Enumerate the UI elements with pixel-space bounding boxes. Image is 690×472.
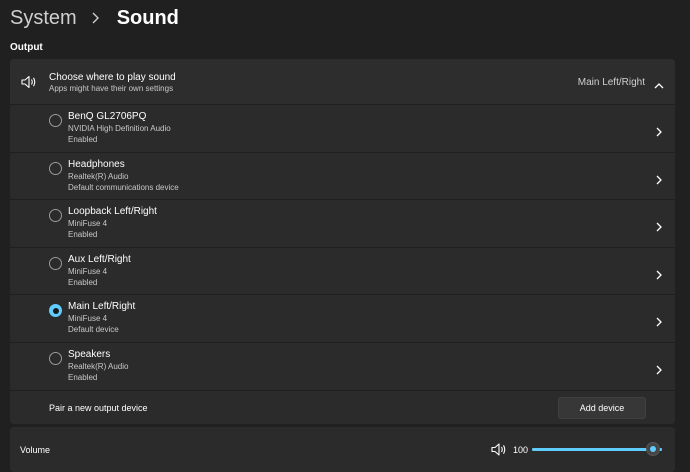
device-status: Enabled <box>68 277 98 287</box>
device-driver: Realtek(R) Audio <box>68 362 129 371</box>
device-row[interactable]: Headphones Realtek(R) Audio Default commun… <box>10 151 675 199</box>
output-header-row[interactable]: Choose where to play sound Apps might ha… <box>10 59 675 104</box>
chevron-right-icon[interactable] <box>655 172 663 190</box>
output-header-title: Choose where to play sound <box>49 72 176 83</box>
device-status: Enabled <box>68 230 98 240</box>
device-driver: MiniFuse 4 <box>68 314 108 324</box>
device-status: Default communications device <box>68 182 179 192</box>
device-driver: MiniFuse 4 <box>68 219 108 229</box>
add-device-button[interactable]: Add device <box>558 397 646 419</box>
pair-device-label: Pair a new output device <box>49 403 148 413</box>
device-radio[interactable] <box>49 209 62 223</box>
device-row[interactable]: Main Left/Right MiniFuse 4 Default device <box>10 294 675 342</box>
selected-output-value: Main Left/Right <box>577 77 645 88</box>
device-radio[interactable] <box>49 304 62 318</box>
volume-slider-fill <box>532 448 662 451</box>
device-name: BenQ GL2706PQ <box>68 111 147 122</box>
volume-card: Volume 100 <box>10 427 675 472</box>
device-row[interactable]: BenQ GL2706PQ NVIDIA High Definition Audi… <box>10 104 675 151</box>
device-name: Speakers <box>68 349 111 360</box>
page-title: Sound <box>116 6 179 29</box>
chevron-right-icon[interactable] <box>655 362 663 380</box>
volume-value: 100 <box>513 445 529 455</box>
device-name: Loopback Left/Right <box>68 206 157 218</box>
chevron-right-icon[interactable] <box>655 267 663 285</box>
chevron-right-icon <box>87 3 109 33</box>
device-radio[interactable] <box>49 352 62 365</box>
device-name: Main Left/Right <box>68 301 136 313</box>
device-driver: MiniFuse 4 <box>68 266 108 276</box>
device-status: Enabled <box>68 135 98 144</box>
device-radio[interactable] <box>49 161 62 175</box>
volume-slider-thumb[interactable] <box>645 442 660 456</box>
chevron-right-icon[interactable] <box>655 219 663 237</box>
speaker-icon <box>21 75 37 94</box>
output-section-title: Output <box>10 42 43 53</box>
device-radio[interactable] <box>49 114 62 127</box>
output-header-subtitle: Apps might have their own settings <box>49 84 174 93</box>
device-radio[interactable] <box>49 256 62 270</box>
device-name: Headphones <box>68 158 125 170</box>
chevron-right-icon[interactable] <box>655 124 663 142</box>
device-name: Aux Left/Right <box>68 253 131 265</box>
device-row[interactable]: Loopback Left/Right MiniFuse 4 Enabled <box>10 199 675 247</box>
device-row[interactable]: Speakers Realtek(R) Audio Enabled <box>10 342 675 389</box>
device-status: Default device <box>68 325 119 335</box>
output-card: Choose where to play sound Apps might ha… <box>10 59 675 424</box>
device-driver: Realtek(R) Audio <box>68 171 129 181</box>
breadcrumb-system-link[interactable]: System <box>10 7 77 30</box>
device-status: Enabled <box>68 373 98 382</box>
chevron-right-icon[interactable] <box>655 314 663 332</box>
volume-slider[interactable] <box>532 440 662 458</box>
pair-device-row: Pair a new output device Add device <box>10 390 675 424</box>
chevron-up-icon[interactable] <box>654 77 664 95</box>
volume-icon[interactable] <box>491 443 507 461</box>
volume-label: Volume <box>20 445 51 455</box>
device-driver: NVIDIA High Definition Audio <box>68 124 171 133</box>
device-row[interactable]: Aux Left/Right MiniFuse 4 Enabled <box>10 246 675 294</box>
breadcrumb: System Sound <box>10 3 179 33</box>
